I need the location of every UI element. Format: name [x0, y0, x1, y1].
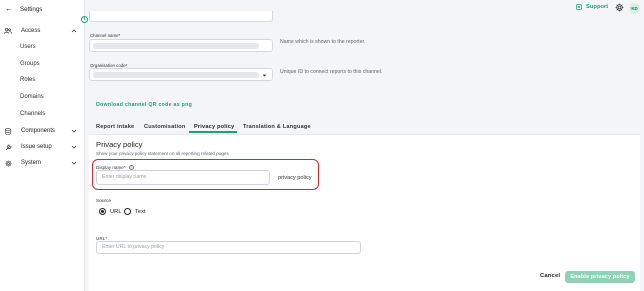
- sidebar-group-system[interactable]: System: [0, 159, 85, 167]
- redacted-value: [93, 72, 259, 78]
- sidebar-item-roles[interactable]: Roles: [20, 77, 35, 83]
- display-name-suffix: privacy policy: [278, 175, 312, 181]
- tab-customisation[interactable]: Customisation: [144, 124, 185, 130]
- arrow-left-icon: ←: [5, 4, 13, 13]
- info-icon[interactable]: i: [81, 16, 88, 23]
- org-code-help: Unique ID to connect reports to this cha…: [280, 69, 383, 75]
- tab-privacy-policy[interactable]: Privacy policy: [194, 124, 234, 130]
- support-icon: [576, 4, 582, 10]
- tab-report-intake[interactable]: Report intake: [96, 124, 134, 130]
- source-radio-text[interactable]: Text: [124, 208, 146, 215]
- sidebar-group-label: Issue setup: [21, 144, 52, 150]
- radio-selected-icon: [99, 208, 106, 215]
- source-radio-url[interactable]: URL: [99, 208, 122, 215]
- dropdown-arrow-icon: [262, 74, 267, 77]
- sidebar-group-issue-setup[interactable]: Issue setup: [0, 143, 85, 151]
- sidebar-group-access[interactable]: Access: [0, 27, 85, 35]
- sidebar-group-components[interactable]: Components: [0, 127, 85, 135]
- display-name-input[interactable]: Enter display name: [96, 170, 270, 185]
- channel-name-help: Name which is shown to the reporter.: [280, 39, 366, 45]
- wrench-icon: [3, 144, 13, 151]
- chevron-down-icon: [71, 129, 77, 133]
- redacted-value: [93, 43, 259, 49]
- chevron-down-icon: [71, 145, 77, 149]
- enable-privacy-policy-button[interactable]: Enable privacy policy: [565, 271, 635, 283]
- chevron-up-icon: [71, 29, 77, 33]
- support-label: Support: [586, 4, 609, 10]
- database-icon: [3, 127, 13, 135]
- settings-gear-icon[interactable]: [615, 3, 624, 12]
- channel-name-label: Channel name*: [90, 33, 121, 38]
- url-input[interactable]: Enter URL to privacy policy: [96, 241, 361, 254]
- radio-label: URL: [110, 208, 122, 215]
- sidebar-item-domains[interactable]: Domains: [20, 94, 44, 100]
- channel-name-input[interactable]: [89, 39, 273, 52]
- chevron-down-icon: [71, 161, 77, 165]
- users-icon: [3, 28, 13, 34]
- cancel-button[interactable]: Cancel: [540, 273, 560, 279]
- radio-label: Text: [135, 208, 146, 215]
- sidebar-group-label: Access: [21, 28, 41, 34]
- panel-subtitle: Show your privacy policy statement on al…: [96, 151, 229, 156]
- tab-bar: Report intake Customisation Privacy poli…: [89, 120, 640, 135]
- tab-translation-language[interactable]: Translation & Language: [243, 124, 311, 130]
- previous-field-input[interactable]: [89, 11, 273, 22]
- sidebar-group-label: Components: [21, 128, 56, 134]
- active-tab-indicator: [189, 131, 237, 133]
- sidebar-item-users[interactable]: Users: [20, 44, 36, 50]
- source-label: Source: [96, 199, 112, 204]
- back-label: Settings: [20, 5, 43, 13]
- radio-unselected-icon: [124, 208, 131, 215]
- support-button[interactable]: Support: [576, 4, 608, 10]
- org-code-select[interactable]: [89, 68, 273, 81]
- panel-title: Privacy policy: [96, 140, 143, 149]
- sidebar-item-channels[interactable]: Channels: [20, 111, 45, 117]
- download-qr-link[interactable]: Download channel QR code as png: [96, 102, 192, 108]
- avatar[interactable]: KD: [629, 3, 640, 14]
- sidebar: ← Settings Access Users Groups Roles Dom…: [0, 0, 85, 291]
- gear-icon: [3, 160, 13, 167]
- sidebar-item-groups[interactable]: Groups: [20, 61, 40, 67]
- sidebar-group-label: System: [21, 160, 42, 166]
- back-to-settings-button[interactable]: ← Settings: [5, 5, 42, 13]
